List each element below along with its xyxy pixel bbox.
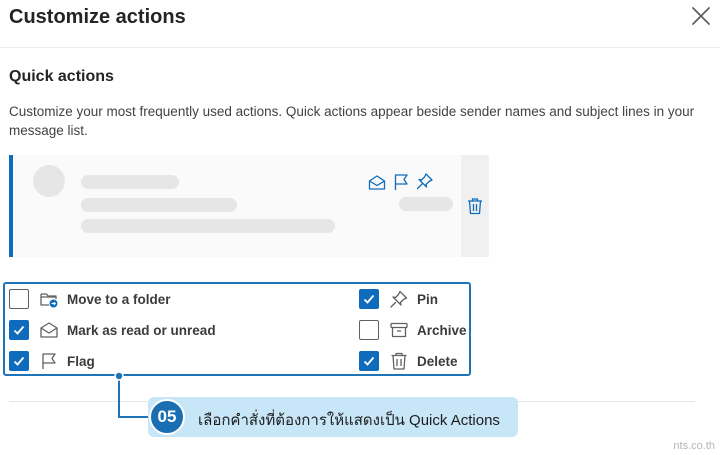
annotation-connector (114, 371, 152, 418)
annotation-text: เลือกคำสั่งที่ต้องการให้แสดงเป็น Quick A… (198, 412, 500, 429)
watermark: nts.co.th (673, 440, 715, 452)
step-number-badge: 05 (149, 399, 185, 435)
